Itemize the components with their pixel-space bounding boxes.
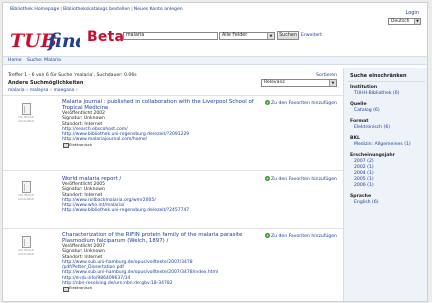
add-favorite-label: Zu den Favoriten hinzufügen (271, 177, 337, 182)
top-links: Bibliothek Homepage|Bibliothekskatalogs … (10, 7, 183, 12)
add-favorite-label: Zu den Favoriten hinzufügen (271, 101, 337, 106)
magnifier-icon[interactable]: ⌕ (50, 88, 52, 93)
facet-item[interactable]: Elektronisch (6) (350, 125, 427, 131)
facet-item[interactable]: 2006 (1) (350, 183, 427, 189)
divider (348, 81, 425, 82)
login-link[interactable]: Login (406, 10, 420, 16)
results-summary: Treffer 1 - 6 von 6 für Suche 'malaria',… (8, 73, 137, 78)
chevron-down-icon: ▼ (267, 33, 274, 39)
logo-find: find (46, 30, 80, 51)
etext-badge: Elektronisch (62, 286, 92, 292)
facet-source: Quelle Catalog (6) (350, 102, 427, 114)
result-record: NO IMAGE AVAILABLE Characterization of t… (3, 228, 343, 301)
facet-language: Sprache English (6) (350, 194, 427, 206)
facet-institution: Institution TUHH-Bibliothek (6) (350, 85, 427, 97)
facet-item[interactable]: TUHH-Bibliothek (6) (350, 91, 427, 97)
tubfind-logo: TUB find (10, 30, 80, 51)
top-link-register[interactable]: Neues Konto anlegen (134, 7, 183, 12)
chevron-down-icon: ▼ (414, 19, 420, 24)
add-favorite-label: Zu den Favoriten hinzufügen (271, 234, 337, 239)
breadcrumb: Home Suche: Malaria (3, 56, 427, 65)
facet-item[interactable]: Catalog (6) (350, 108, 427, 114)
top-link-homepage[interactable]: Bibliothek Homepage (10, 7, 59, 12)
breadcrumb-current: Suche: Malaria (27, 58, 61, 63)
magnifier-icon[interactable]: ⌕ (26, 88, 28, 93)
no-image-label: NO IMAGE AVAILABLE (17, 193, 35, 201)
similar-term[interactable]: malaysa (30, 88, 48, 93)
similar-searches: malaria ⌕ malaysa ⌕ maegana ⌕ (8, 87, 78, 93)
facet-sidebar: Suche einschränken Institution TUHH-Bibl… (343, 68, 427, 301)
similar-searches-heading: Andere Suchmöglichkeiten (8, 80, 84, 86)
sort-select[interactable]: Relevanz ▼ (261, 79, 337, 87)
field-select-value: Alle Felder (222, 33, 248, 38)
add-favorite-link[interactable]: + Zu den Favoriten hinzufügen (265, 100, 337, 106)
add-icon: + (265, 233, 270, 238)
no-image-label: NO IMAGE AVAILABLE (17, 248, 35, 256)
book-icon (21, 236, 31, 248)
add-icon: + (265, 176, 270, 181)
similar-term[interactable]: malaria (8, 88, 25, 93)
add-favorite-link[interactable]: + Zu den Favoriten hinzufügen (265, 176, 337, 182)
page: Bibliothek Homepage|Bibliothekskatalogs … (2, 2, 428, 302)
field-select[interactable]: Alle Felder ▼ (219, 32, 275, 40)
advanced-search-link[interactable]: Erweitert (301, 33, 322, 38)
add-icon: + (265, 100, 270, 105)
add-favorite-link[interactable]: + Zu den Favoriten hinzufügen (265, 233, 337, 239)
result-record: NO IMAGE AVAILABLE Malaria journal : pub… (3, 95, 343, 161)
chevron-down-icon: ▼ (329, 80, 336, 86)
record-url[interactable]: http://www.bibliothek.uni-regensburg.de/… (62, 208, 262, 213)
breadcrumb-home[interactable]: Home (8, 58, 22, 63)
book-thumbnail: NO IMAGE AVAILABLE (13, 236, 39, 256)
beta-label: Beta (87, 29, 125, 45)
search-input[interactable]: malaria (123, 32, 218, 40)
magnifier-icon[interactable]: ⌕ (76, 88, 78, 93)
facet-item[interactable]: English (6) (350, 200, 427, 206)
record-body: Characterization of the RIFIN protein fa… (62, 232, 262, 292)
book-icon (21, 181, 31, 193)
book-thumbnail: NO IMAGE AVAILABLE (13, 181, 39, 201)
book-icon (21, 103, 31, 115)
result-record: NO IMAGE AVAILABLE World malaria report … (3, 170, 343, 230)
results-area: Treffer 1 - 6 von 6 für Suche 'malaria',… (3, 68, 343, 301)
facet-bkl: BKL Medizin: Allgemeines (1) (350, 136, 427, 148)
record-title[interactable]: Characterization of the RIFIN protein fa… (62, 232, 262, 244)
facet-sidebar-heading: Suche einschränken (350, 73, 407, 79)
similar-term[interactable]: maegana (54, 88, 75, 93)
record-body: Malaria journal : published in collabora… (62, 99, 262, 148)
top-link-order[interactable]: Bibliothekskatalogs bestellen (63, 7, 130, 12)
search-button[interactable]: Suchen (277, 31, 299, 40)
facet-format: Format Elektronisch (6) (350, 119, 427, 131)
record-body: World malaria report / Veröffentlicht 20… (62, 176, 262, 214)
language-value: Deutsch (391, 19, 410, 24)
etext-badge: Elektronisch (62, 142, 92, 148)
no-image-label: NO IMAGE AVAILABLE (17, 115, 35, 123)
language-select[interactable]: Deutsch ▼ (388, 18, 421, 25)
sort-label: Sortieren (316, 73, 338, 78)
facet-item[interactable]: Medizin: Allgemeines (1) (350, 142, 427, 148)
facet-year: Erscheinungsjahr 2007 (2) 2002 (1) 2004 … (350, 153, 427, 189)
sort-select-value: Relevanz (264, 80, 285, 85)
book-thumbnail: NO IMAGE AVAILABLE (13, 103, 39, 123)
record-title[interactable]: Malaria journal : published in collabora… (62, 99, 262, 111)
